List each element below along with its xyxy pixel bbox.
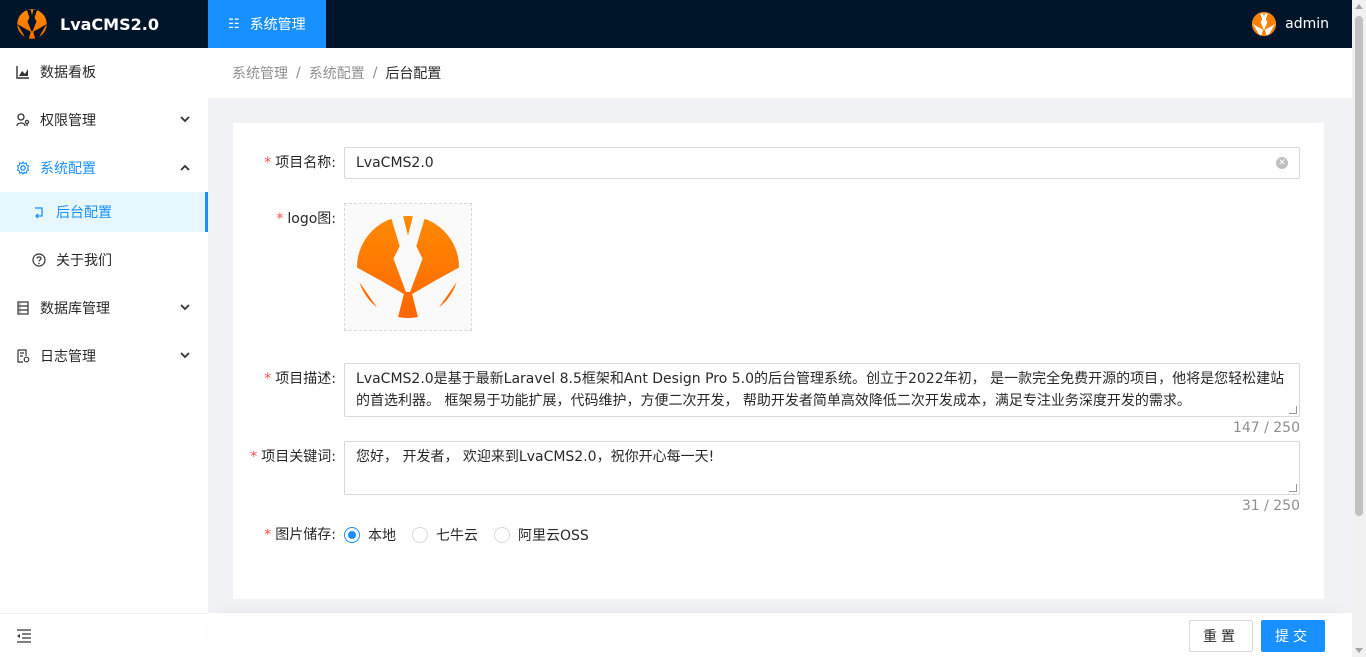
page-scrollbar[interactable] bbox=[1352, 0, 1366, 657]
enter-icon bbox=[32, 205, 46, 219]
project-name-input[interactable]: LvaCMS2.0 ✕ bbox=[344, 147, 1300, 179]
sidebar-item-database[interactable]: 数据库管理 bbox=[0, 288, 208, 328]
sidebar: 数据看板 权限管理 系统配置 后台配置 关于我们 数据库管理 日志管理 bbox=[0, 48, 208, 657]
sidebar-item-label: 后台配置 bbox=[56, 205, 112, 221]
resize-handle[interactable] bbox=[1289, 484, 1297, 492]
desc-char-count: 147 / 250 bbox=[1232, 420, 1300, 436]
logo-label: * logo图: bbox=[276, 211, 336, 227]
sidebar-item-label: 数据看板 bbox=[40, 65, 96, 81]
storage-radio-qiniu[interactable]: 七牛云 bbox=[412, 525, 478, 545]
sidebar-item-system-config[interactable]: 系统配置 bbox=[0, 148, 208, 188]
submit-button[interactable]: 提交 bbox=[1261, 620, 1325, 652]
sidebar-item-label: 关于我们 bbox=[56, 253, 112, 269]
project-name-value: LvaCMS2.0 bbox=[356, 155, 434, 171]
sidebar-item-label: 数据库管理 bbox=[40, 301, 110, 317]
form-row-desc: * 项目描述: LvaCMS2.0是基于最新Laravel 8.5框架和Ant D… bbox=[233, 363, 1300, 417]
logo-image bbox=[356, 215, 460, 319]
logo-upload[interactable] bbox=[344, 203, 472, 331]
radio-unchecked-icon bbox=[494, 527, 510, 543]
form-row-storage: * 图片储存: 本地 七牛云 阿里云OSS bbox=[233, 519, 605, 551]
top-menu-system[interactable]: ☷ 系统管理 bbox=[208, 0, 326, 48]
radio-label: 七牛云 bbox=[436, 528, 478, 544]
config-form-card: * 项目名称: LvaCMS2.0 ✕ * logo图: * 项目描述: Lva… bbox=[233, 123, 1324, 599]
clear-icon[interactable]: ✕ bbox=[1276, 157, 1288, 169]
log-icon bbox=[16, 349, 30, 363]
top-menu-label: 系统管理 bbox=[249, 17, 306, 33]
breadcrumb-item-current: 后台配置 bbox=[385, 66, 442, 82]
sidebar-collapse-button[interactable] bbox=[0, 613, 208, 657]
storage-radio-group: 本地 七牛云 阿里云OSS bbox=[344, 519, 605, 551]
scroll-up-arrow-icon[interactable] bbox=[1355, 4, 1363, 9]
avatar-logo-icon bbox=[1252, 12, 1277, 36]
sidebar-item-label: 日志管理 bbox=[40, 349, 96, 365]
radio-checked-icon bbox=[344, 527, 360, 543]
chevron-down-icon bbox=[180, 351, 190, 362]
appstore-icon: ☷ bbox=[228, 16, 240, 32]
scroll-down-arrow-icon[interactable] bbox=[1355, 648, 1363, 653]
breadcrumb-separator: / bbox=[296, 65, 301, 81]
menu-fold-icon bbox=[17, 628, 31, 643]
sidebar-item-dashboard[interactable]: 数据看板 bbox=[0, 52, 208, 92]
project-keywords-value: 您好， 开发者， 欢迎来到LvaCMS2.0，祝你开心每一天! bbox=[356, 449, 715, 465]
sidebar-item-label: 权限管理 bbox=[40, 113, 96, 129]
radio-unchecked-icon bbox=[412, 527, 428, 543]
sidebar-item-about[interactable]: 关于我们 bbox=[0, 240, 208, 280]
logo-icon bbox=[17, 9, 47, 39]
breadcrumb-item[interactable]: 系统配置 bbox=[309, 63, 365, 83]
storage-label: * 图片储存: bbox=[264, 527, 336, 543]
desc-label: * 项目描述: bbox=[264, 371, 336, 387]
project-description-value: LvaCMS2.0是基于最新Laravel 8.5框架和Ant Design P… bbox=[356, 371, 1285, 409]
keywords-char-count: 31 / 250 bbox=[1241, 498, 1300, 514]
brand[interactable]: LvaCMS2.0 bbox=[0, 0, 208, 48]
scrollbar-thumb[interactable] bbox=[1355, 16, 1363, 516]
app-title: LvaCMS2.0 bbox=[60, 14, 159, 34]
radio-label: 本地 bbox=[368, 528, 396, 544]
chevron-down-icon bbox=[180, 115, 190, 126]
name-label: * 项目名称: bbox=[264, 155, 336, 171]
chevron-up-icon bbox=[180, 163, 190, 174]
project-description-textarea[interactable]: LvaCMS2.0是基于最新Laravel 8.5框架和Ant Design P… bbox=[344, 363, 1300, 417]
form-row-keywords: * 项目关键词: 您好， 开发者， 欢迎来到LvaCMS2.0，祝你开心每一天! bbox=[233, 441, 1300, 495]
question-icon bbox=[32, 253, 46, 267]
form-row-logo: * logo图: bbox=[233, 203, 472, 331]
user-key-icon bbox=[16, 113, 30, 127]
username: admin bbox=[1285, 16, 1329, 32]
top-header: LvaCMS2.0 ☷ 系统管理 admin bbox=[0, 0, 1352, 48]
reset-button[interactable]: 重置 bbox=[1189, 620, 1253, 652]
chart-icon bbox=[16, 65, 30, 79]
breadcrumb-separator: / bbox=[372, 65, 378, 81]
gear-icon bbox=[16, 161, 30, 175]
sidebar-item-admin-config[interactable]: 后台配置 bbox=[0, 192, 208, 232]
form-row-name: * 项目名称: LvaCMS2.0 ✕ bbox=[233, 147, 1300, 179]
sidebar-item-label: 系统配置 bbox=[40, 161, 96, 177]
resize-handle[interactable] bbox=[1289, 406, 1297, 414]
chevron-down-icon bbox=[180, 303, 190, 314]
storage-radio-local[interactable]: 本地 bbox=[344, 525, 396, 545]
breadcrumb-item[interactable]: 系统管理 bbox=[232, 63, 288, 83]
database-icon bbox=[16, 301, 30, 315]
submenu-system-config: 后台配置 关于我们 bbox=[0, 192, 208, 280]
radio-label: 阿里云OSS bbox=[518, 528, 589, 544]
footer-toolbar: 重置 提交 bbox=[208, 613, 1352, 657]
avatar bbox=[1252, 12, 1277, 36]
user-menu[interactable]: admin bbox=[1252, 0, 1329, 48]
project-keywords-textarea[interactable]: 您好， 开发者， 欢迎来到LvaCMS2.0，祝你开心每一天! bbox=[344, 441, 1300, 495]
sidebar-item-logs[interactable]: 日志管理 bbox=[0, 336, 208, 376]
keywords-label: * 项目关键词: bbox=[250, 449, 336, 465]
sidebar-item-permissions[interactable]: 权限管理 bbox=[0, 100, 208, 140]
storage-radio-aliyun[interactable]: 阿里云OSS bbox=[494, 525, 589, 545]
breadcrumb: 系统管理 / 系统配置 / 后台配置 bbox=[208, 48, 1352, 98]
